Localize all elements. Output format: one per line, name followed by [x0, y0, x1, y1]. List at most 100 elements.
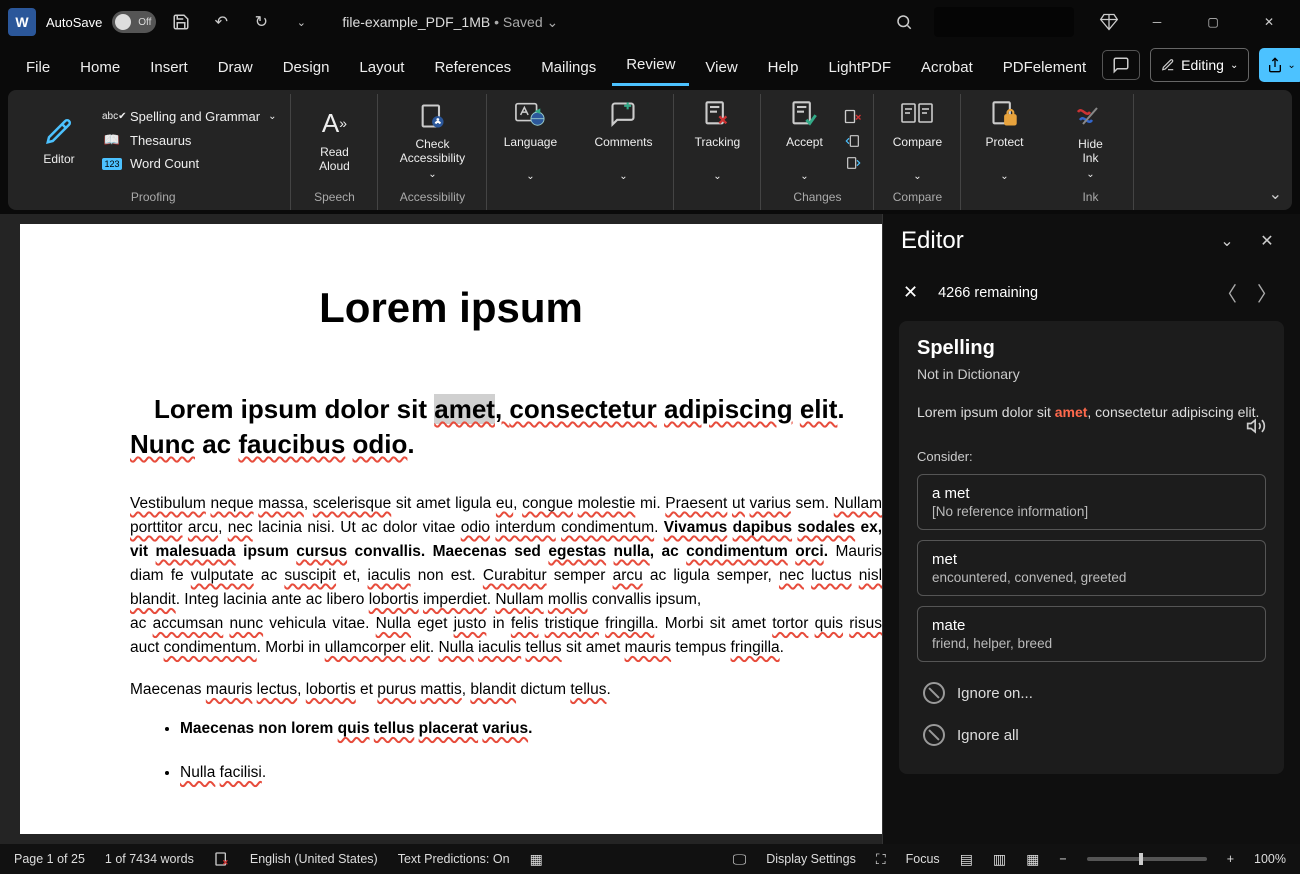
editor-prev-icon[interactable]: 〈: [1214, 278, 1240, 307]
editor-card-sub: Not in Dictionary: [917, 366, 1266, 382]
close-window-button[interactable]: ✕: [1246, 7, 1292, 37]
ignore-once-button[interactable]: Ignore on...: [917, 672, 1266, 714]
tab-design[interactable]: Design: [269, 51, 344, 86]
ribbon-collapse-icon[interactable]: ⌄: [1269, 184, 1282, 204]
title-bar: W AutoSave Off ↶ ↻ ⌄ file-example_PDF_1M…: [0, 0, 1300, 44]
diamond-icon[interactable]: [1094, 7, 1124, 37]
ignore-all-button[interactable]: Ignore all: [917, 714, 1266, 756]
group-changes-label: Changes: [793, 186, 841, 210]
speaker-icon[interactable]: [1246, 416, 1266, 436]
next-change-button[interactable]: [843, 155, 863, 171]
minimize-button[interactable]: ─: [1134, 7, 1180, 37]
compare-button[interactable]: Compare⌄: [884, 97, 950, 184]
document-viewport[interactable]: Lorem ipsum Lorem ipsum dolor sit amet, …: [0, 214, 882, 844]
group-proofing-label: Proofing: [131, 186, 176, 210]
focus-icon[interactable]: ⛶: [876, 851, 886, 868]
status-page[interactable]: Page 1 of 25: [14, 852, 85, 866]
previous-change-button[interactable]: [843, 133, 863, 149]
group-comments-label: [622, 186, 625, 210]
sent-pre: Lorem ipsum dolor sit: [917, 404, 1055, 420]
word-app-icon: W: [8, 8, 36, 36]
redo-icon[interactable]: ↻: [246, 7, 276, 37]
print-layout-icon[interactable]: ▥: [993, 851, 1006, 868]
lead-error-word[interactable]: amet: [434, 394, 495, 424]
undo-icon[interactable]: ↶: [206, 7, 236, 37]
comments-button[interactable]: Comments⌄: [583, 97, 663, 184]
status-language[interactable]: English (United States): [250, 852, 378, 866]
group-compare-label: Compare: [893, 186, 942, 210]
share-button[interactable]: ⌄: [1259, 48, 1300, 82]
tab-home[interactable]: Home: [66, 51, 134, 86]
ribbon: Editor abc✔Spelling and Grammar ⌄ 📖Thesa…: [8, 90, 1292, 210]
search-icon[interactable]: [884, 7, 924, 37]
read-mode-icon[interactable]: ▤: [960, 851, 973, 868]
comments-pane-button[interactable]: [1102, 50, 1140, 80]
editor-sentence: Lorem ipsum dolor sit amet, consectetur …: [917, 402, 1266, 423]
tab-pdfelement[interactable]: PDFelement: [989, 51, 1100, 86]
filename-text: file-example_PDF_1MB: [342, 14, 490, 30]
status-focus[interactable]: Focus: [906, 852, 940, 866]
tab-file[interactable]: File: [12, 51, 64, 86]
doc-lead: Lorem ipsum dolor sit amet, consectetur …: [130, 392, 882, 462]
tab-help[interactable]: Help: [754, 51, 813, 86]
check-accessibility-button[interactable]: Check Accessibility ⌄: [388, 99, 476, 182]
tab-references[interactable]: References: [420, 51, 525, 86]
editor-back-icon[interactable]: ✕: [903, 282, 918, 303]
lead-pre: Lorem ipsum dolor sit: [154, 394, 434, 424]
tab-view[interactable]: View: [691, 51, 751, 86]
tracking-button[interactable]: Tracking⌄: [684, 97, 750, 184]
accept-button[interactable]: Accept⌄: [771, 97, 837, 184]
tab-draw[interactable]: Draw: [204, 51, 267, 86]
group-protect-label: [1003, 186, 1006, 210]
doc-para2: Maecenas mauris lectus, lobortis et puru…: [130, 678, 882, 702]
tab-review[interactable]: Review: [612, 48, 689, 86]
pane-close-icon[interactable]: ✕: [1252, 226, 1282, 256]
status-words[interactable]: 1 of 7434 words: [105, 852, 194, 866]
status-zoom[interactable]: 100%: [1254, 852, 1286, 866]
tab-layout[interactable]: Layout: [345, 51, 418, 86]
protect-button[interactable]: Protect⌄: [971, 97, 1037, 184]
editor-pane: Editor ⌄ ✕ ✕ 4266 remaining 〈 〉 Spelling…: [882, 214, 1300, 844]
spelling-grammar-button[interactable]: abc✔Spelling and Grammar ⌄: [98, 107, 280, 126]
doc-title: Lorem ipsum: [20, 284, 882, 332]
zoom-out-button[interactable]: −: [1059, 852, 1066, 866]
status-display[interactable]: Display Settings: [766, 852, 856, 866]
accessibility-icon: [418, 99, 446, 133]
suggestion-0[interactable]: a met [No reference information]: [917, 474, 1266, 530]
wordcount-icon: 123: [102, 158, 122, 170]
editor-button[interactable]: Editor: [26, 114, 92, 166]
sugg1-word: met: [932, 551, 1251, 568]
editing-mode-button[interactable]: Editing ⌄: [1150, 48, 1249, 82]
account-area[interactable]: [934, 7, 1074, 37]
qat-customize-icon[interactable]: ⌄: [286, 7, 316, 37]
word-count-button[interactable]: 123Word Count: [98, 154, 280, 173]
thesaurus-icon: 📖: [102, 132, 122, 148]
suggestion-2[interactable]: mate friend, helper, breed: [917, 606, 1266, 662]
suggestion-1[interactable]: met encountered, convened, greeted: [917, 540, 1266, 596]
save-icon[interactable]: [166, 7, 196, 37]
thesaurus-button[interactable]: 📖Thesaurus: [98, 130, 280, 150]
reject-button[interactable]: [843, 109, 863, 127]
group-ink-label: Ink: [1082, 186, 1098, 210]
zoom-in-button[interactable]: +: [1227, 852, 1234, 866]
web-layout-icon[interactable]: ▦: [1026, 851, 1039, 868]
document-filename[interactable]: file-example_PDF_1MB • Saved ⌄: [342, 14, 558, 31]
macro-status-icon[interactable]: ▦: [530, 851, 543, 868]
group-tracking: Tracking⌄: [674, 94, 761, 210]
editor-next-icon[interactable]: 〉: [1254, 278, 1280, 307]
autosave-toggle[interactable]: Off: [112, 11, 156, 33]
status-predictions[interactable]: Text Predictions: On: [398, 852, 510, 866]
group-protect: Protect⌄: [961, 94, 1047, 210]
read-aloud-button[interactable]: A» Read Aloud: [301, 107, 367, 174]
tab-insert[interactable]: Insert: [136, 51, 202, 86]
language-button[interactable]: Language⌄: [497, 97, 563, 184]
maximize-button[interactable]: ▢: [1190, 7, 1236, 37]
tab-acrobat[interactable]: Acrobat: [907, 51, 987, 86]
hide-ink-button[interactable]: Hide Ink ⌄: [1057, 99, 1123, 182]
tab-lightpdf[interactable]: LightPDF: [815, 51, 906, 86]
pane-collapse-icon[interactable]: ⌄: [1212, 226, 1242, 256]
zoom-slider[interactable]: [1087, 857, 1207, 861]
tab-mailings[interactable]: Mailings: [527, 51, 610, 86]
display-settings-icon[interactable]: 🖵: [733, 851, 747, 868]
spellcheck-status-icon[interactable]: [214, 851, 230, 867]
